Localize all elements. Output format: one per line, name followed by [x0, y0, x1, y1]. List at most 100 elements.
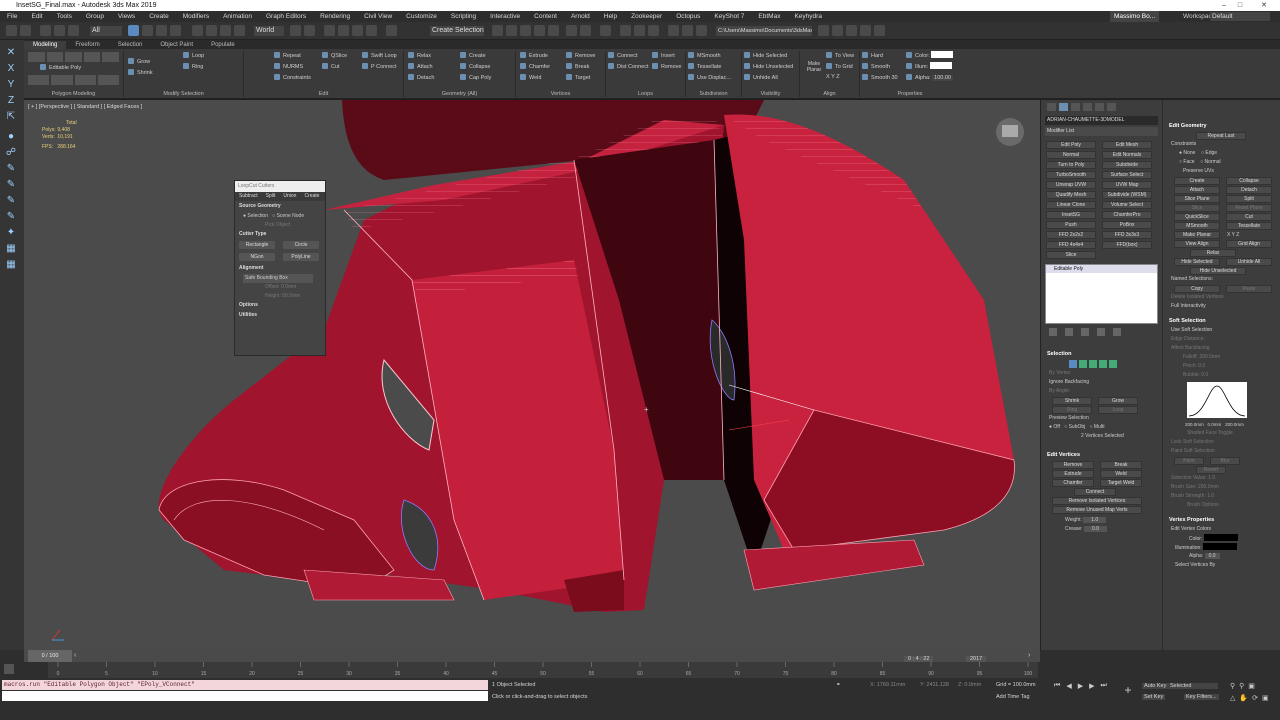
rect-selection-icon[interactable] — [156, 25, 167, 36]
goto-start-icon[interactable]: ⏮ — [1054, 682, 1060, 690]
attach-button[interactable]: Attach — [408, 62, 460, 73]
brush-strength-spinner[interactable]: 1.0 — [1207, 493, 1214, 499]
link-icon[interactable] — [40, 25, 51, 36]
cutters-title[interactable]: LoopCut Cutters — [235, 181, 325, 192]
menu-group[interactable]: Group — [79, 11, 111, 22]
qslice-button[interactable]: QSlice — [322, 51, 362, 62]
mod-ffd-4x4x4[interactable]: FFD 4x4x4 — [1046, 241, 1096, 249]
edge-subobj-icon[interactable] — [1079, 360, 1087, 368]
height-spinner[interactable]: 50.0mm — [282, 293, 300, 299]
border-mode-icon[interactable] — [65, 52, 82, 62]
goto-end-icon[interactable]: ⏭ — [1100, 682, 1106, 690]
remove-loop-button[interactable]: Remove — [652, 62, 681, 73]
folder-icon[interactable] — [818, 25, 829, 36]
maximize-button[interactable]: □ — [1232, 0, 1248, 11]
align-z-button[interactable]: Z — [836, 74, 839, 80]
key-selection-dropdown[interactable]: Selected — [1168, 683, 1218, 689]
zoom-extents-icon[interactable]: ▣ — [1248, 682, 1255, 690]
cutter-tab-split[interactable]: Split — [262, 192, 280, 201]
connect-vertex-button[interactable]: Connect — [1074, 488, 1116, 496]
percent-snap-icon[interactable] — [352, 25, 363, 36]
render-icon[interactable] — [648, 25, 659, 36]
falloff-spinner[interactable]: 200.0mm — [1199, 354, 1220, 360]
ignore-backfacing-checkbox[interactable]: Ignore Backfacing — [1041, 378, 1162, 387]
options-header[interactable]: Options — [235, 300, 325, 310]
modify-tab-icon[interactable] — [1059, 103, 1068, 111]
autokey-button[interactable]: Auto Key — [1142, 683, 1169, 689]
paint-button[interactable]: Paint — [1174, 457, 1204, 465]
mod-ffd-box[interactable]: FFD(box) — [1102, 241, 1152, 249]
mod-push[interactable]: Push — [1046, 221, 1096, 229]
weld-vertex-button[interactable]: Weld — [1100, 470, 1142, 478]
menu-file[interactable]: File — [0, 11, 24, 22]
mod-quadify-mesh[interactable]: Quadify Mesh — [1046, 191, 1096, 199]
mod-normal[interactable]: Normal — [1046, 151, 1096, 159]
key-filters-button[interactable]: Key Filters... — [1184, 694, 1219, 700]
cut-button[interactable]: Cut — [322, 62, 362, 73]
mod-subdivide[interactable]: Subdivide — [1102, 161, 1152, 169]
vertex-subobj-icon[interactable] — [1069, 360, 1077, 368]
ring-button[interactable]: Ring — [183, 62, 204, 73]
polyline-button[interactable]: PolyLine — [283, 253, 319, 261]
make-unique-icon[interactable] — [1081, 328, 1089, 336]
edit-geometry-header[interactable]: Edit Geometry — [1163, 122, 1280, 131]
axis-xy-icon[interactable]: ⇱ — [4, 110, 18, 124]
year-display[interactable]: 2017 — [966, 656, 987, 662]
align-x-button[interactable]: X — [826, 74, 830, 80]
quickslice-button[interactable]: QuickSlice — [1174, 213, 1220, 221]
axis-x-icon[interactable]: X — [4, 62, 18, 76]
attach-button[interactable]: Attach — [1174, 186, 1220, 194]
msmooth-button[interactable]: MSmooth — [688, 51, 741, 62]
polygon-subobj-icon[interactable] — [1099, 360, 1107, 368]
relax-button[interactable]: Relax — [408, 51, 460, 62]
collapse-button[interactable]: Collapse — [460, 62, 491, 73]
constraint-none-radio[interactable]: ● None — [1179, 150, 1195, 156]
orbit-icon[interactable]: ⟳ — [1252, 694, 1258, 702]
full-interactivity-checkbox[interactable]: Full Interactivity — [1163, 302, 1280, 311]
mod-edit-normals[interactable]: Edit Normals — [1102, 151, 1152, 159]
slice-button[interactable]: Slice — [1174, 204, 1220, 212]
octopus-icon[interactable] — [682, 25, 693, 36]
project-icon[interactable] — [832, 25, 843, 36]
undo-icon[interactable] — [6, 25, 17, 36]
hide-unselected-button[interactable]: Hide Unselected — [1190, 267, 1246, 275]
preserve-uvs-checkbox[interactable]: Preserve UVs — [1163, 167, 1280, 176]
p-connect-button[interactable]: P Connect — [362, 62, 397, 73]
ribbon-toggle-icon[interactable] — [548, 25, 559, 36]
tessellate-button[interactable]: Tessellate — [688, 62, 741, 73]
use-soft-selection-checkbox[interactable]: Use Soft Selection — [1163, 326, 1280, 335]
mod-slice[interactable]: Slice — [1046, 251, 1096, 259]
mod-volume-select[interactable]: Volume Select — [1102, 201, 1152, 209]
shrink-button[interactable]: Shrink — [1052, 397, 1092, 405]
render-setup-icon[interactable] — [620, 25, 631, 36]
brush-tool-icon[interactable]: ✎ — [4, 162, 18, 176]
fov-icon[interactable]: △ — [1230, 694, 1235, 702]
extrude-button[interactable]: Extrude — [520, 51, 566, 62]
weight-spinner[interactable]: 1.0 — [1083, 517, 1107, 523]
mod-ffd-2x2x2[interactable]: FFD 2x2x2 — [1046, 231, 1096, 239]
align-y-button[interactable]: Y — [831, 74, 835, 80]
loop-button[interactable]: Loop — [183, 51, 204, 62]
mod-edit-poly[interactable]: Edit Poly — [1046, 141, 1096, 149]
edit-vertices-header[interactable]: Edit Vertices — [1041, 451, 1162, 460]
repeat-last-button[interactable]: Repeat Last — [1196, 132, 1246, 140]
extrude-vertex-button[interactable]: Extrude — [1052, 470, 1094, 478]
hard-button[interactable]: Hard — [862, 51, 906, 62]
menu-create[interactable]: Create — [142, 11, 176, 22]
source-geometry-header[interactable]: Source Geometry — [235, 201, 325, 211]
object-name-field[interactable]: ADRIAN-CHAUMETTE-3DMODEL — [1045, 116, 1158, 125]
paste-button[interactable]: Paste — [1226, 285, 1272, 293]
next-frame-icon[interactable]: › — [1028, 652, 1030, 659]
coord-y[interactable]: Y: 2411.128 — [920, 682, 949, 688]
motion-tab-icon[interactable] — [1083, 103, 1092, 111]
bubble-spinner[interactable]: 0.0 — [1201, 372, 1208, 378]
selection-set-dropdown[interactable]: Create Selection Se — [430, 26, 484, 36]
user-account[interactable]: Massimo Bo... — [1110, 11, 1160, 22]
close-x-icon[interactable]: ✕ — [4, 46, 18, 60]
tessellate-button[interactable]: Tessellate — [1226, 222, 1272, 230]
target-weld-button[interactable]: Target Weld — [1100, 479, 1142, 487]
grid-align-button[interactable]: Grid Align — [1226, 240, 1272, 248]
zoom-icon[interactable]: ⚲ — [1230, 682, 1235, 690]
menu-rendering[interactable]: Rendering — [313, 11, 357, 22]
modify-mode-icon-2[interactable] — [51, 75, 73, 85]
